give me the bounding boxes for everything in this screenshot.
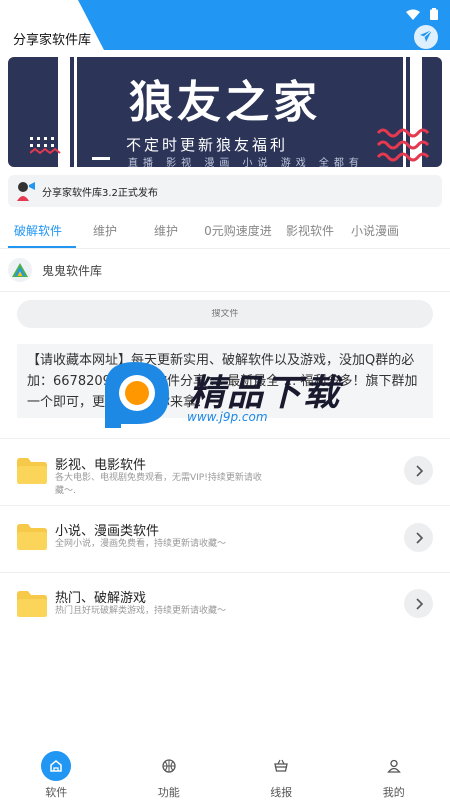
- source-row[interactable]: 鬼鬼软件库: [8, 256, 102, 284]
- nav-item-mine[interactable]: 我的: [338, 740, 450, 800]
- notice-bar[interactable]: 分享家软件库3.2正式发布: [8, 175, 442, 207]
- banner[interactable]: 狼友之家 不定时更新狼友福利 直播 影视 漫画 小说 游戏 全都有: [8, 57, 442, 167]
- tab-video-software[interactable]: 影视软件: [278, 212, 342, 248]
- banner-dots-decoration: [30, 137, 110, 160]
- home-icon: [41, 751, 72, 781]
- nav-item-software[interactable]: 软件: [0, 740, 113, 800]
- chevron-right-icon[interactable]: [404, 589, 433, 618]
- tab-maintenance-1[interactable]: 维护: [76, 212, 134, 248]
- watermark: 精品下载 www.j9p.com: [97, 358, 357, 438]
- banner-title: 狼友之家: [129, 77, 321, 128]
- source-divider: [0, 291, 450, 292]
- nav-label: 我的: [382, 786, 405, 799]
- app-screen: 分享家软件库 狼友之家 不定时更新狼友福利 直播 影视 漫画 小说 游戏 全都有: [0, 0, 450, 800]
- nav-item-news[interactable]: 线报: [225, 740, 338, 800]
- item-desc: 全网小说，漫画免费看，持续更新请收藏〜: [55, 539, 227, 549]
- battery-icon: [430, 5, 438, 24]
- folder-icon: [17, 591, 47, 617]
- bottom-nav: 软件 功能 线报 我的: [0, 740, 450, 800]
- source-name: 鬼鬼软件库: [42, 263, 103, 278]
- wifi-icon: [406, 5, 420, 24]
- nav-label: 线报: [270, 786, 293, 799]
- nav-label: 功能: [157, 786, 180, 799]
- basketball-icon: [154, 751, 184, 781]
- banner-subtitle: 不定时更新狼友福利: [126, 136, 289, 154]
- paper-plane-icon: [419, 28, 433, 47]
- chevron-right-icon[interactable]: [404, 456, 433, 485]
- nav-item-features[interactable]: 功能: [113, 740, 226, 800]
- tabs-divider: [0, 248, 450, 249]
- nav-label: 软件: [45, 786, 68, 799]
- list-item[interactable]: 影视、电影软件 各大电影、电视剧免费观看，无需VIP!持续更新请收藏〜.: [0, 439, 450, 505]
- header: 分享家软件库: [0, 0, 450, 50]
- search-input[interactable]: [17, 309, 433, 319]
- item-desc: 热门且好玩破解类游戏，持续更新请收藏〜: [55, 606, 227, 616]
- tab-maintenance-2[interactable]: 维护: [134, 212, 198, 248]
- watermark-text: 精品下载: [189, 373, 342, 414]
- notice-text: 分享家软件库3.2正式发布: [42, 187, 158, 199]
- search-box[interactable]: [17, 300, 433, 328]
- tab-cracked-software[interactable]: 破解软件: [0, 212, 76, 248]
- category-tabs: 破解软件 维护 维护 0元购速度进 影视软件 小说漫画: [0, 212, 450, 248]
- user-icon: [379, 751, 409, 781]
- item-title: 热门、破解游戏: [55, 591, 147, 606]
- basket-icon: [266, 751, 296, 781]
- tab-novel-comic[interactable]: 小说漫画: [342, 212, 408, 248]
- triangle-logo-icon: [8, 258, 32, 282]
- send-button[interactable]: [414, 25, 438, 49]
- list-item[interactable]: 热门、破解游戏 热门且好玩破解类游戏，持续更新请收藏〜: [0, 573, 450, 639]
- folder-icon: [17, 524, 47, 550]
- banner-tagline: 直播 影视 漫画 小说 游戏 全都有: [128, 158, 364, 167]
- watermark-logo-icon: [105, 362, 169, 428]
- app-title: 分享家软件库: [13, 33, 92, 48]
- item-title: 小说、漫画类软件: [55, 524, 160, 539]
- status-bar: [406, 5, 438, 24]
- megaphone-avatar-icon: [14, 179, 38, 203]
- chevron-right-icon[interactable]: [404, 523, 433, 552]
- watermark-url: www.j9p.com: [187, 410, 268, 424]
- folder-icon: [17, 458, 47, 484]
- tab-zero-yuan[interactable]: 0元购速度进: [198, 212, 278, 248]
- list-item[interactable]: 小说、漫画类软件 全网小说，漫画免费看，持续更新请收藏〜: [0, 506, 450, 572]
- banner-waves-decoration: [376, 128, 430, 162]
- item-desc: 各大电影、电视剧免费观看，无需VIP!持续更新请收藏〜.: [55, 473, 262, 496]
- item-title: 影视、电影软件: [55, 458, 147, 473]
